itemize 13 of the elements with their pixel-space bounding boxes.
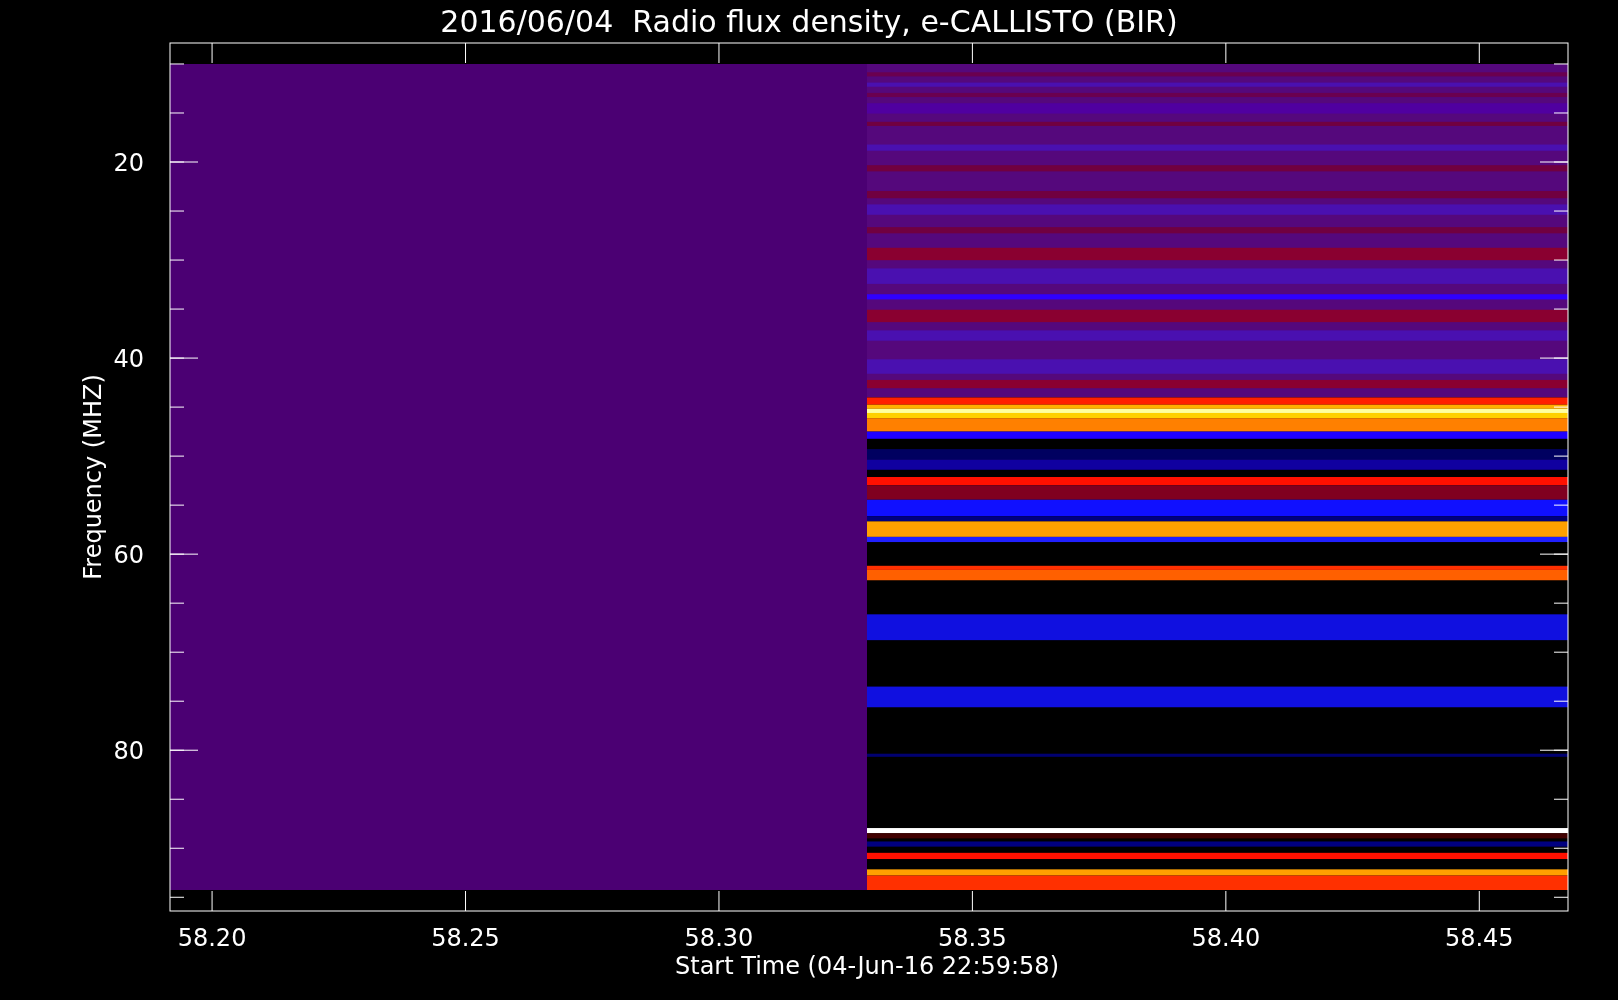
y-tick-label: 20 — [113, 149, 144, 177]
chart-title: 2016/06/04 Radio flux density, e-CALLISTO (BIR) — [440, 4, 1178, 39]
x-axis-label: Start Time (04-Jun-16 22:59:58) — [675, 952, 1059, 980]
y-tick-label: 80 — [113, 737, 144, 766]
y-axis-label: Frequency (MHZ) — [79, 374, 107, 580]
x-tick-label: 58.40 — [1191, 924, 1261, 952]
x-tick-label: 58.25 — [431, 924, 500, 952]
x-tick-label: 58.35 — [938, 924, 1007, 952]
x-tick-label: 58.20 — [177, 924, 247, 952]
x-tick-label: 58.30 — [684, 924, 754, 952]
y-tick-label: 40 — [113, 345, 144, 374]
x-tick-label: 58.45 — [1444, 924, 1514, 952]
y-tick-label: 60 — [113, 541, 144, 570]
